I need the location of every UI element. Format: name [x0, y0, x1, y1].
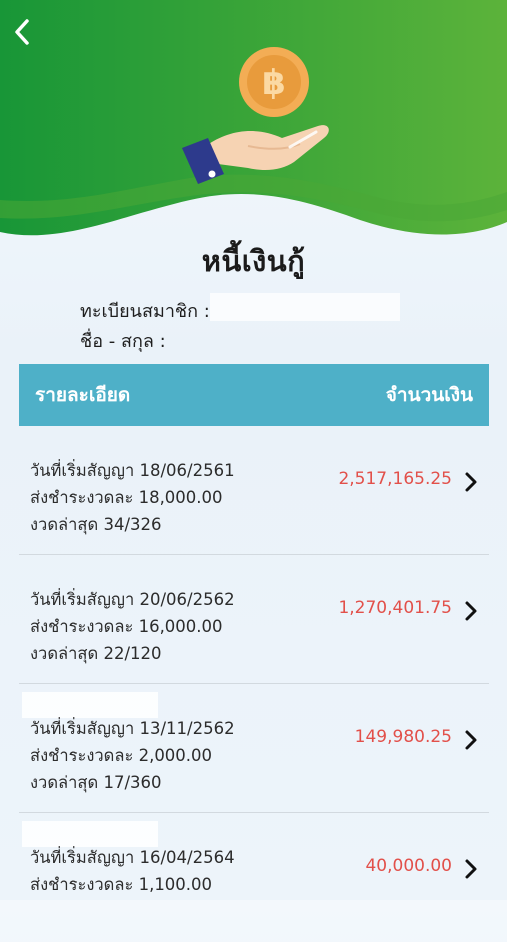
loan-installment: ส่งชำระงวดละ 16,000.00: [30, 617, 223, 636]
loan-row[interactable]: วันที่เริ่มสัญญา 13/11/2562 ส่งชำระงวดละ…: [19, 684, 489, 813]
loan-list: วันที่เริ่มสัญญา 18/06/2561 ส่งชำระงวดละ…: [19, 426, 489, 942]
loan-details: วันที่เริ่มสัญญา 20/06/2562 ส่งชำระงวดละ…: [30, 586, 235, 667]
loan-amount: 1,270,401.75: [338, 598, 452, 618]
coin-symbol: ฿: [262, 63, 286, 103]
loan-details: วันที่เริ่มสัญญา 16/04/2564 ส่งชำระงวดละ…: [30, 844, 235, 898]
loan-start-date: วันที่เริ่มสัญญา 16/04/2564: [30, 848, 235, 867]
loan-row[interactable]: วันที่เริ่มสัญญา 16/04/2564 ส่งชำระงวดละ…: [19, 813, 489, 942]
column-detail-header: รายละเอียด: [35, 384, 131, 406]
chevron-left-icon: [15, 19, 29, 45]
loan-amount: 149,980.25: [354, 727, 452, 747]
loan-amount: 2,517,165.25: [338, 469, 452, 489]
loan-latest-period: งวดล่าสุด 34/326: [30, 515, 162, 534]
back-button[interactable]: [12, 18, 46, 52]
chevron-right-icon[interactable]: [463, 471, 479, 493]
loan-installment: ส่งชำระงวดละ 18,000.00: [30, 488, 223, 507]
loan-row[interactable]: วันที่เริ่มสัญญา 20/06/2562 ส่งชำระงวดละ…: [19, 555, 489, 684]
member-name-label: ชื่อ - สกุล :: [80, 331, 166, 352]
loan-installment: ส่งชำระงวดละ 1,100.00: [30, 875, 213, 894]
page-title: หนี้เงินกู้: [201, 244, 306, 278]
loan-details: วันที่เริ่มสัญญา 13/11/2562 ส่งชำระงวดละ…: [30, 715, 235, 796]
bitcoin-coin-hand-icon: ฿: [178, 46, 338, 188]
member-id-label: ทะเบียนสมาชิก :: [80, 301, 210, 322]
chevron-right-icon[interactable]: [463, 729, 479, 751]
loan-row[interactable]: วันที่เริ่มสัญญา 18/06/2561 ส่งชำระงวดละ…: [19, 426, 489, 555]
loan-details: วันที่เริ่มสัญญา 18/06/2561 ส่งชำระงวดละ…: [30, 457, 235, 538]
loan-latest-period: งวดล่าสุด 22/120: [30, 644, 162, 663]
member-id-value-redacted: [210, 293, 400, 321]
loan-table-header: รายละเอียด จำนวนเงิน: [19, 364, 489, 426]
loan-installment: ส่งชำระงวดละ 2,000.00: [30, 746, 213, 765]
loan-amount: 40,000.00: [365, 856, 452, 876]
chevron-right-icon[interactable]: [463, 600, 479, 622]
loan-start-date: วันที่เริ่มสัญญา 18/06/2561: [30, 461, 235, 480]
loan-latest-period: งวดล่าสุด 17/360: [30, 773, 162, 792]
chevron-right-icon[interactable]: [463, 858, 479, 880]
column-amount-header: จำนวนเงิน: [385, 384, 473, 406]
header-banner: ฿: [0, 0, 507, 245]
loan-start-date: วันที่เริ่มสัญญา 13/11/2562: [30, 719, 235, 738]
loan-start-date: วันที่เริ่มสัญญา 20/06/2562: [30, 590, 235, 609]
